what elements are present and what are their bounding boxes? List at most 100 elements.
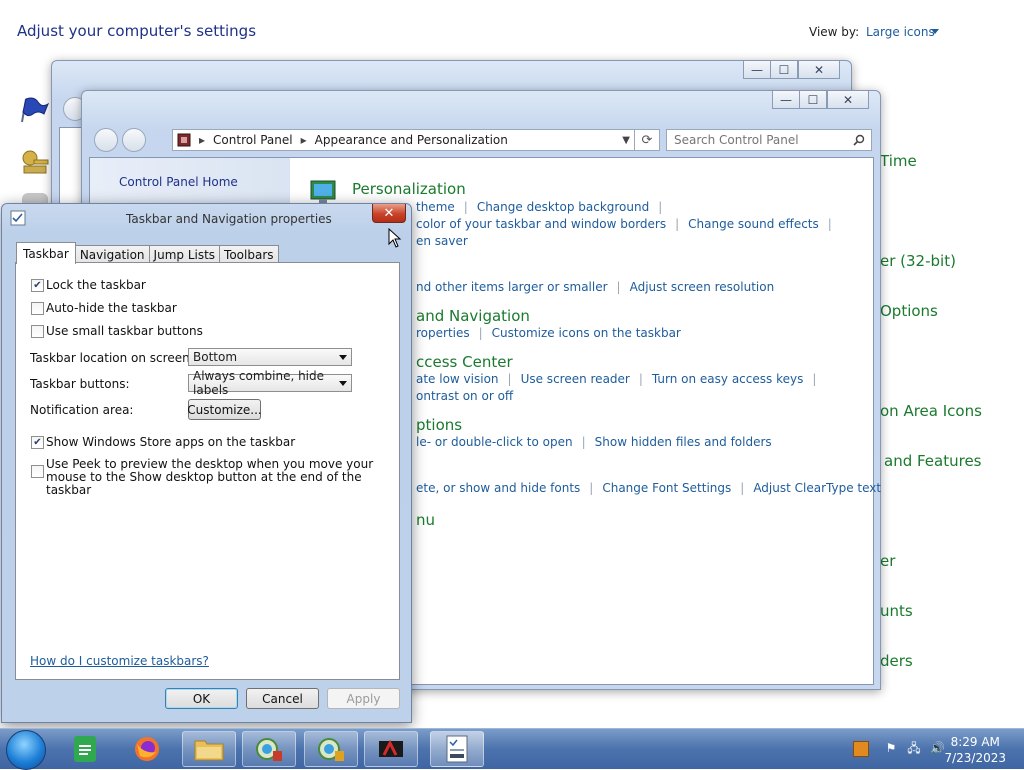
link-font-settings[interactable]: Change Font Settings	[602, 481, 731, 495]
store-apps-label[interactable]: Show Windows Store apps on the taskbar	[46, 435, 295, 449]
small-buttons-label[interactable]: Use small taskbar buttons	[46, 324, 203, 338]
tab-strip: Taskbar Navigation Jump Lists Toolbars	[16, 242, 279, 264]
tray-app-icon[interactable]	[853, 741, 869, 757]
control-panel-icon[interactable]	[242, 731, 296, 767]
forward-arrow-icon[interactable]	[122, 128, 146, 152]
search-input[interactable]	[667, 132, 846, 148]
link-high-contrast[interactable]: ontrast on or off	[416, 389, 513, 403]
help-link[interactable]: How do I customize taskbars?	[30, 654, 209, 668]
store-apps-checkbox[interactable]: ✔	[31, 436, 44, 449]
buttons-dropdown[interactable]: Always combine, hide labels	[188, 369, 352, 397]
auto-hide-label[interactable]: Auto-hide the taskbar	[46, 301, 177, 315]
bg-item-32bit[interactable]: er (32-bit)	[880, 252, 956, 270]
bg-item-time[interactable]: Time	[880, 152, 917, 170]
google-sheets-icon[interactable]	[58, 731, 112, 767]
folder-options-heading[interactable]: ptions	[416, 416, 462, 434]
bg-item-er[interactable]: er	[880, 552, 895, 570]
link-taskbar-properties[interactable]: roperties	[416, 326, 470, 340]
lock-taskbar-label[interactable]: Lock the taskbar	[46, 278, 146, 292]
customize-button[interactable]: Customize...	[187, 399, 262, 420]
personalization-heading[interactable]: Personalization	[352, 180, 466, 198]
location-value: Bottom	[193, 350, 238, 364]
breadcrumb-chevron-icon[interactable]: ▸	[199, 133, 205, 147]
breadcrumb-control-panel[interactable]: Control Panel	[213, 133, 293, 147]
link-text-size[interactable]: nd other items larger or smaller	[416, 280, 608, 294]
action-center-flag-icon	[21, 97, 50, 123]
taskbar-properties-dialog[interactable]: Taskbar and Navigation properties ✕ Task…	[1, 203, 412, 723]
control-panel-icon-2[interactable]	[304, 731, 358, 767]
bg-item-folders[interactable]: ders	[880, 652, 913, 670]
ease-of-access-heading[interactable]: ccess Center	[416, 353, 513, 371]
bg-item-notification-icons[interactable]: on Area Icons	[880, 402, 982, 420]
mouse-cursor-icon	[388, 228, 402, 248]
breadcrumb-appearance[interactable]: Appearance and Personalization	[315, 133, 508, 147]
chevron-down-icon[interactable]	[931, 29, 939, 34]
ok-button[interactable]: OK	[165, 688, 238, 709]
maximize-button[interactable]: ☐	[799, 91, 827, 109]
link-screen-saver[interactable]: en saver	[416, 234, 468, 248]
back-arrow-icon[interactable]	[94, 128, 118, 152]
link-sound-effects[interactable]: Change sound effects	[688, 217, 819, 231]
lock-taskbar-checkbox[interactable]: ✔	[31, 279, 44, 292]
taskbar-properties-icon[interactable]	[430, 731, 484, 767]
search-icon[interactable]	[853, 134, 865, 146]
location-label: Taskbar location on screen:	[30, 351, 194, 365]
location-dropdown[interactable]: Bottom	[188, 348, 352, 366]
search-box[interactable]	[666, 129, 872, 151]
link-cleartype[interactable]: Adjust ClearType text	[753, 481, 881, 495]
minimize-button[interactable]: —	[772, 91, 800, 109]
link-screen-reader[interactable]: Use screen reader	[521, 372, 630, 386]
bg-item-options[interactable]: Options	[880, 302, 938, 320]
chevron-down-icon[interactable]: ▼	[622, 135, 630, 146]
link-low-vision[interactable]: ate low vision	[416, 372, 499, 386]
disk-icon	[22, 193, 48, 203]
link-customize-icons[interactable]: Customize icons on the taskbar	[492, 326, 681, 340]
minimize-button[interactable]: —	[743, 61, 771, 79]
file-explorer-icon[interactable]	[182, 731, 236, 767]
link-single-double-click[interactable]: le- or double-click to open	[416, 435, 573, 449]
volume-icon[interactable]: 🔊	[930, 741, 945, 755]
peek-checkbox[interactable]	[31, 465, 44, 478]
folder-links: le- or double-click to open | Show hidden …	[416, 435, 772, 449]
system-clock[interactable]: 8:29 AM 7/23/2023	[944, 734, 1006, 766]
link-theme[interactable]: theme	[416, 200, 455, 214]
small-buttons-checkbox[interactable]	[31, 325, 44, 338]
view-by-label: View by:	[809, 25, 860, 39]
taskbar: ⚑ 🖧 🔊 8:29 AM 7/23/2023	[0, 728, 1024, 770]
link-desktop-background[interactable]: Change desktop background	[477, 200, 649, 214]
taskbar-tab-page: ✔ Lock the taskbar Auto-hide the taskbar…	[15, 262, 400, 680]
link-hide-fonts[interactable]: ete, or show and hide fonts	[416, 481, 580, 495]
menu-heading[interactable]: nu	[416, 511, 435, 529]
fonts-links: ete, or show and hide fonts | Change Font …	[416, 481, 882, 495]
auto-hide-checkbox[interactable]	[31, 302, 44, 315]
clock-date: 7/23/2023	[944, 751, 1006, 765]
network-icon[interactable]: 🖧	[907, 741, 921, 755]
apply-button[interactable]: Apply	[327, 688, 400, 709]
cancel-button[interactable]: Cancel	[246, 688, 319, 709]
start-button[interactable]	[6, 730, 46, 770]
bg-item-accounts[interactable]: unts	[880, 602, 913, 620]
firefox-icon[interactable]	[120, 731, 174, 767]
sidebar-home-link[interactable]: Control Panel Home	[119, 175, 238, 189]
peek-label[interactable]: Use Peek to preview the desktop when you…	[46, 458, 391, 497]
action-center-flag-icon[interactable]: ⚑	[884, 741, 898, 755]
tab-taskbar[interactable]: Taskbar	[16, 242, 76, 264]
refresh-icon[interactable]: ⟳	[635, 129, 660, 151]
close-button[interactable]: ✕	[827, 91, 869, 109]
control-panel-icon	[177, 133, 191, 147]
link-easy-access-keys[interactable]: Turn on easy access keys	[652, 372, 803, 386]
page-title: Adjust your computer's settings	[17, 22, 257, 40]
link-taskbar-color[interactable]: color of your taskbar and window borders	[416, 217, 666, 231]
media-app-icon[interactable]	[364, 731, 418, 767]
bg-item-programs-features[interactable]: and Features	[884, 452, 982, 470]
link-screen-resolution[interactable]: Adjust screen resolution	[630, 280, 775, 294]
address-bar[interactable]: ▸ Control Panel ▸ Appearance and Persona…	[172, 129, 635, 151]
maximize-button[interactable]: ☐	[770, 61, 798, 79]
close-button[interactable]: ✕	[798, 61, 840, 79]
link-hidden-files[interactable]: Show hidden files and folders	[595, 435, 772, 449]
personalization-links-row1: theme | Change desktop background |	[416, 200, 663, 214]
breadcrumb-chevron-icon[interactable]: ▸	[301, 133, 307, 147]
view-by-dropdown[interactable]: Large icons	[866, 25, 935, 39]
close-button[interactable]: ✕	[372, 204, 406, 223]
taskbar-navigation-heading[interactable]: and Navigation	[416, 307, 530, 325]
